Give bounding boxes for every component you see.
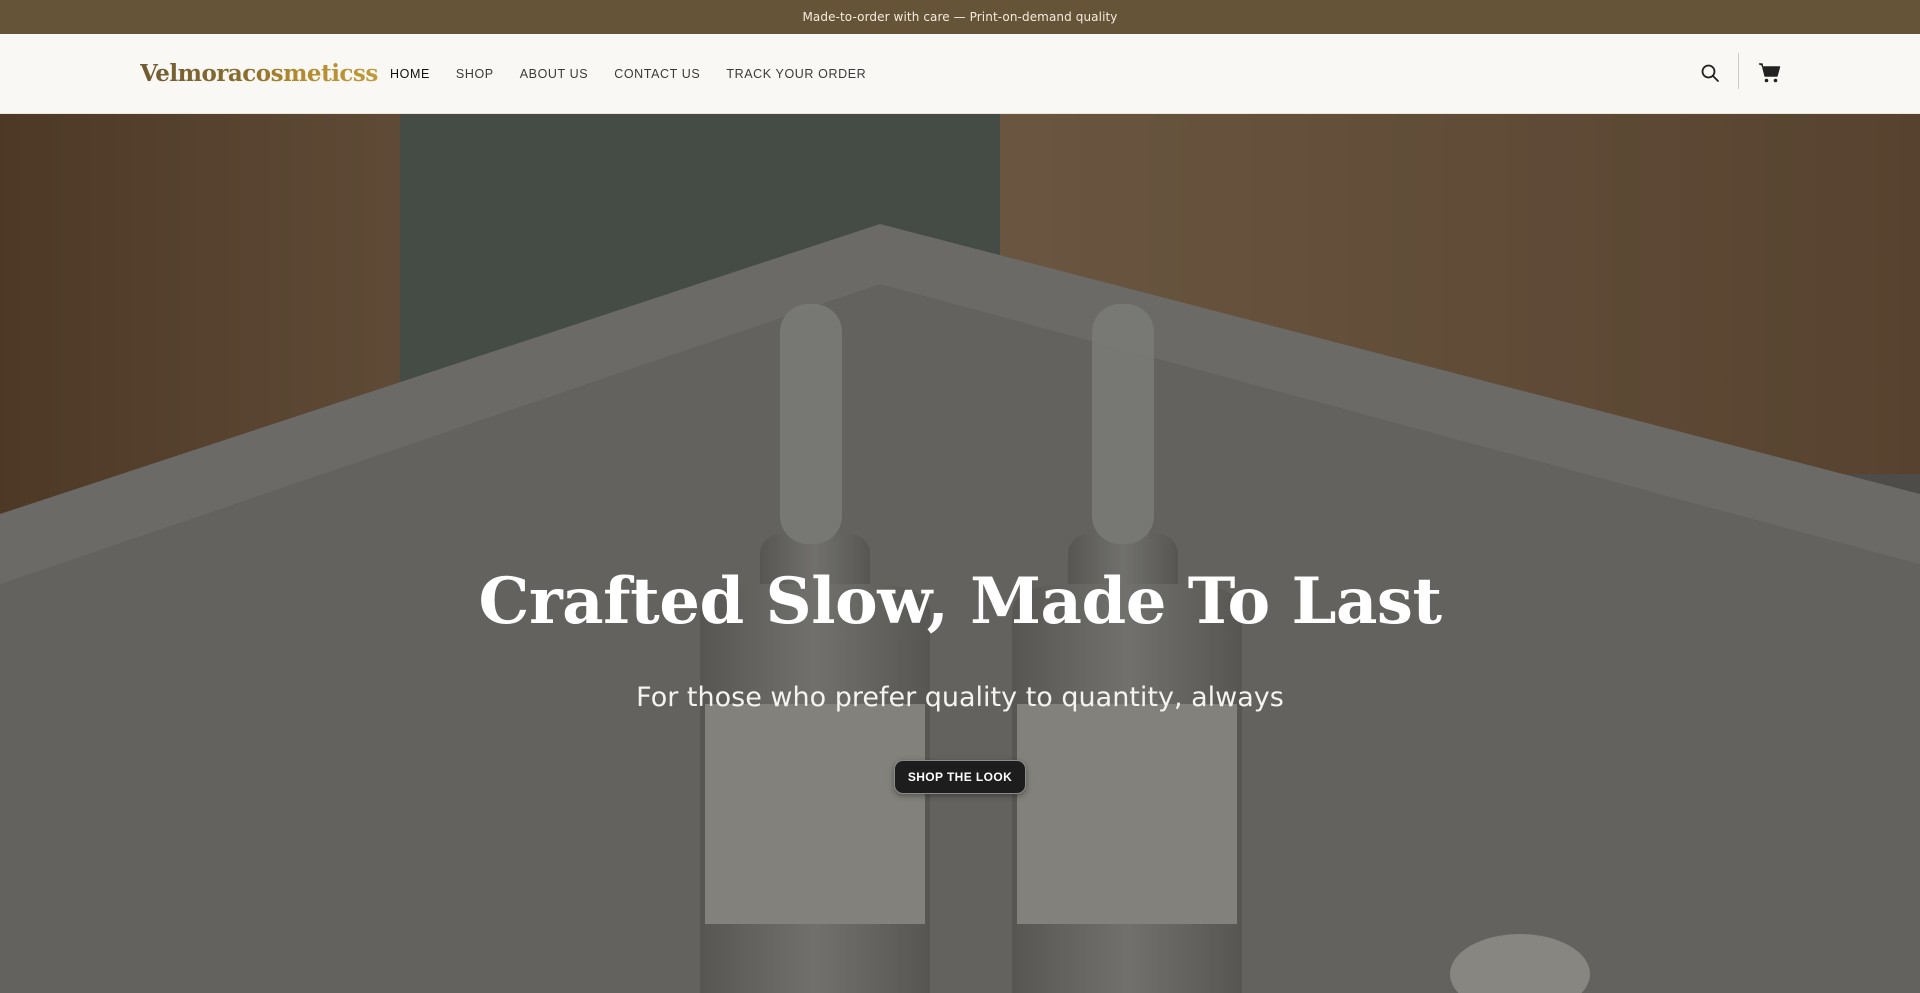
shop-the-look-button[interactable]: SHOP THE LOOK (894, 760, 1026, 794)
hero-subtitle: For those who prefer quality to quantity… (636, 682, 1284, 713)
nav-contact-us[interactable]: CONTACT US (614, 67, 700, 81)
site-header: Velmoracosmeticss HOME SHOP ABOUT US CON… (0, 34, 1920, 114)
announcement-text: Made-to-order with care — Print-on-deman… (802, 10, 1118, 24)
site-logo[interactable]: Velmoracosmeticss (140, 60, 378, 87)
announcement-bar: Made-to-order with care — Print-on-deman… (0, 0, 1920, 34)
nav-about-us[interactable]: ABOUT US (520, 67, 588, 81)
search-icon[interactable] (1700, 63, 1720, 83)
cart-icon[interactable] (1758, 61, 1782, 85)
hero-title: Crafted Slow, Made To Last (478, 564, 1443, 639)
hero-banner: Crafted Slow, Made To Last For those who… (0, 114, 1920, 993)
nav-track-order[interactable]: TRACK YOUR ORDER (726, 67, 866, 81)
hero-content: Crafted Slow, Made To Last For those who… (0, 114, 1920, 993)
main-nav: HOME SHOP ABOUT US CONTACT US TRACK YOUR… (390, 34, 892, 114)
header-divider (1738, 53, 1739, 89)
nav-shop[interactable]: SHOP (456, 67, 494, 81)
nav-home[interactable]: HOME (390, 67, 430, 81)
